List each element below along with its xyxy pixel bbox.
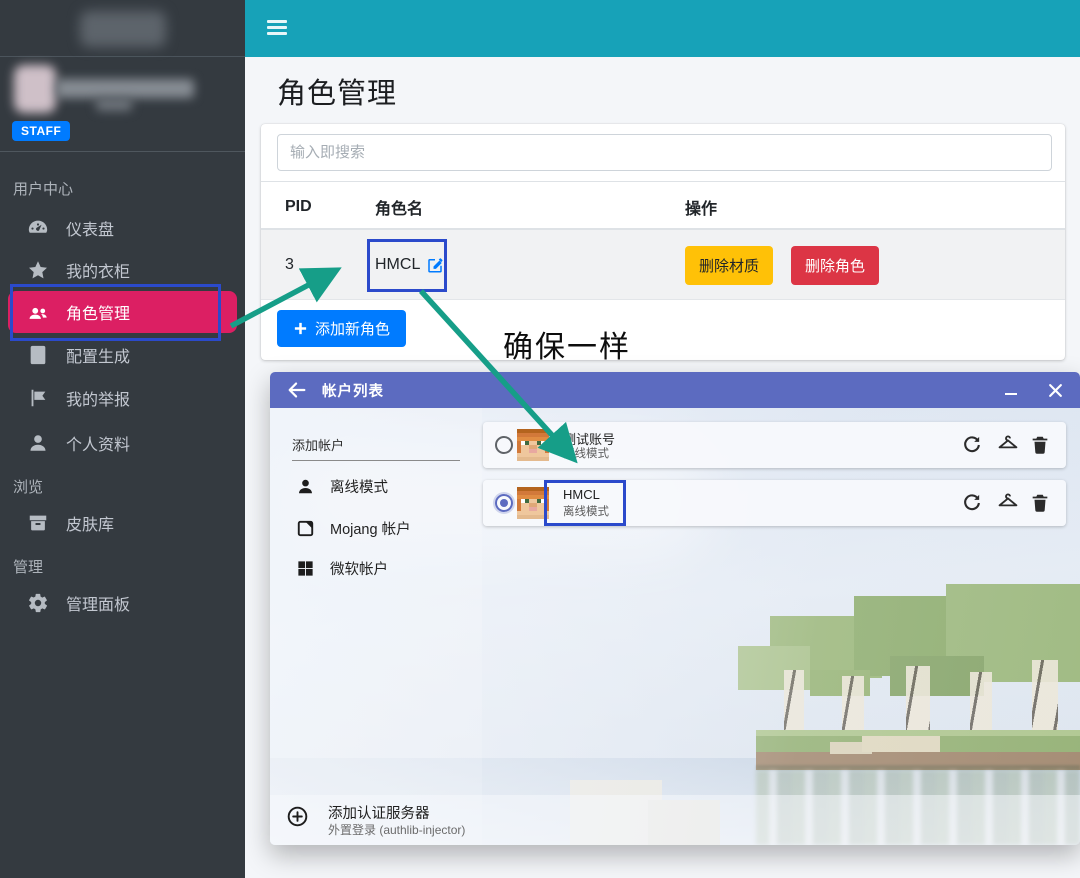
nav-header-admin: 管理: [13, 556, 43, 577]
sidebar-item-profile[interactable]: 个人资料: [0, 422, 245, 464]
sidebar-item-label: 角色管理: [66, 300, 130, 324]
tachometer-icon: [27, 217, 49, 239]
hmcl-window: 帐户列表: [270, 372, 1080, 845]
add-auth-server-label[interactable]: 添加认证服务器: [328, 802, 430, 823]
cell-pid: 3: [285, 230, 294, 300]
hmcl-window-title: 帐户列表: [322, 380, 384, 401]
sidebar-item-label: 我的衣柜: [66, 258, 130, 282]
plus-icon: [293, 321, 308, 336]
method-label: 离线模式: [330, 476, 388, 497]
windows-icon: [296, 559, 315, 578]
sidebar-item-dashboard[interactable]: 仪表盘: [0, 207, 245, 249]
radio-unselected[interactable]: [495, 436, 513, 454]
nav-header-browse: 浏览: [13, 476, 43, 497]
delete-role-button[interactable]: 删除角色: [791, 246, 879, 285]
cell-role-name: HMCL: [375, 230, 444, 300]
star-icon: [27, 259, 49, 281]
sidebar-item-label: 我的举报: [66, 386, 130, 410]
role-management-card: PID 角色名 操作 3 HMCL 删除材质 删除角色 添加新角色: [261, 124, 1065, 360]
redacted-logo: [80, 11, 166, 47]
gear-icon: [27, 592, 49, 614]
authlib-injector-subtitle: 外置登录 (authlib-injector): [328, 821, 465, 838]
sidebar-item-label: 管理面板: [66, 591, 130, 615]
annotation-text: 确保一样: [503, 322, 631, 366]
table-row: 3 HMCL 删除材质 删除角色: [261, 230, 1065, 300]
col-header-name: 角色名: [375, 182, 423, 231]
mojang-icon: [296, 519, 315, 538]
minimize-icon[interactable]: [994, 372, 1028, 408]
hanger-icon[interactable]: [997, 434, 1019, 456]
trash-icon[interactable]: [1029, 434, 1051, 456]
nav-header-user-center: 用户中心: [13, 178, 73, 199]
sidebar-item-my-reports[interactable]: 我的举报: [0, 377, 245, 419]
sidebar: STAFF 用户中心 仪表盘 我的衣柜 角色管理 配置生成 我的举报 个人资料 …: [0, 0, 245, 878]
refresh-icon[interactable]: [961, 434, 983, 456]
minecraft-face-avatar: [517, 487, 549, 519]
redacted-avatar: [14, 65, 56, 113]
col-header-actions: 操作: [685, 182, 717, 231]
account-row-hmcl[interactable]: HMCL 离线模式: [483, 480, 1066, 526]
add-role-label: 添加新角色: [315, 318, 390, 339]
refresh-icon[interactable]: [961, 492, 983, 514]
top-navbar: [245, 0, 1080, 57]
app-root: STAFF 用户中心 仪表盘 我的衣柜 角色管理 配置生成 我的举报 个人资料 …: [0, 0, 1080, 878]
sidebar-item-closet[interactable]: 我的衣柜: [0, 249, 245, 291]
hmcl-titlebar[interactable]: 帐户列表: [270, 372, 1080, 408]
search-input[interactable]: [277, 134, 1052, 171]
back-arrow-icon[interactable]: [286, 379, 308, 401]
method-label: 微软帐户: [330, 558, 388, 579]
book-icon: [27, 344, 49, 366]
users-icon: [27, 301, 49, 323]
sidebar-item-skin-library[interactable]: 皮肤库: [0, 502, 245, 544]
minecraft-background: 添加帐户 离线模式 Mojang 帐户 微软帐户: [270, 408, 1080, 845]
sidebar-item-label: 皮肤库: [66, 511, 114, 535]
staff-badge: STAFF: [12, 121, 70, 141]
redacted-username-line2: [96, 98, 132, 111]
page-title: 角色管理: [277, 70, 397, 112]
add-auth-server-bar[interactable]: 添加认证服务器 外置登录 (authlib-injector): [270, 795, 1080, 845]
sidebar-item-admin-panel[interactable]: 管理面板: [0, 582, 245, 624]
sidebar-item-role-management[interactable]: 角色管理: [8, 291, 237, 333]
add-role-button[interactable]: 添加新角色: [277, 310, 406, 347]
account-row-test[interactable]: 测试账号 离线模式: [483, 422, 1066, 468]
table-header: PID 角色名 操作: [261, 181, 1065, 230]
minecraft-face-avatar: [517, 429, 549, 461]
user-panel: STAFF: [0, 57, 245, 152]
archive-icon: [27, 512, 49, 534]
role-name-text: HMCL: [375, 256, 420, 274]
method-mojang-account[interactable]: Mojang 帐户: [270, 513, 482, 543]
col-header-pid: PID: [285, 182, 312, 231]
edit-pencil-icon[interactable]: [426, 256, 444, 274]
user-icon: [27, 432, 49, 454]
brand-area[interactable]: [0, 0, 245, 57]
radio-selected[interactable]: [495, 494, 513, 512]
add-account-panel: 添加帐户 离线模式 Mojang 帐户 微软帐户: [270, 408, 482, 845]
method-label: Mojang 帐户: [330, 518, 411, 539]
trash-icon[interactable]: [1029, 492, 1051, 514]
hamburger-menu-icon[interactable]: [267, 20, 287, 36]
sidebar-item-config-generator[interactable]: 配置生成: [0, 334, 245, 376]
hanger-icon[interactable]: [997, 492, 1019, 514]
sidebar-item-label: 配置生成: [66, 343, 130, 367]
redacted-username: [56, 79, 194, 98]
sidebar-item-label: 仪表盘: [66, 216, 114, 240]
method-microsoft-account[interactable]: 微软帐户: [270, 553, 482, 583]
person-icon: [296, 477, 315, 496]
delete-texture-button[interactable]: 删除材质: [685, 246, 773, 285]
add-account-header: 添加帐户: [292, 435, 460, 461]
close-icon[interactable]: [1038, 372, 1072, 408]
method-offline-mode[interactable]: 离线模式: [270, 471, 482, 501]
cell-actions: 删除材质 删除角色: [685, 230, 879, 300]
account-type: 离线模式: [563, 503, 609, 519]
account-type: 离线模式: [563, 445, 609, 461]
sidebar-item-label: 个人资料: [66, 431, 130, 455]
account-name: HMCL: [563, 487, 600, 502]
flag-icon: [27, 387, 49, 409]
circled-plus-icon[interactable]: [286, 805, 309, 828]
